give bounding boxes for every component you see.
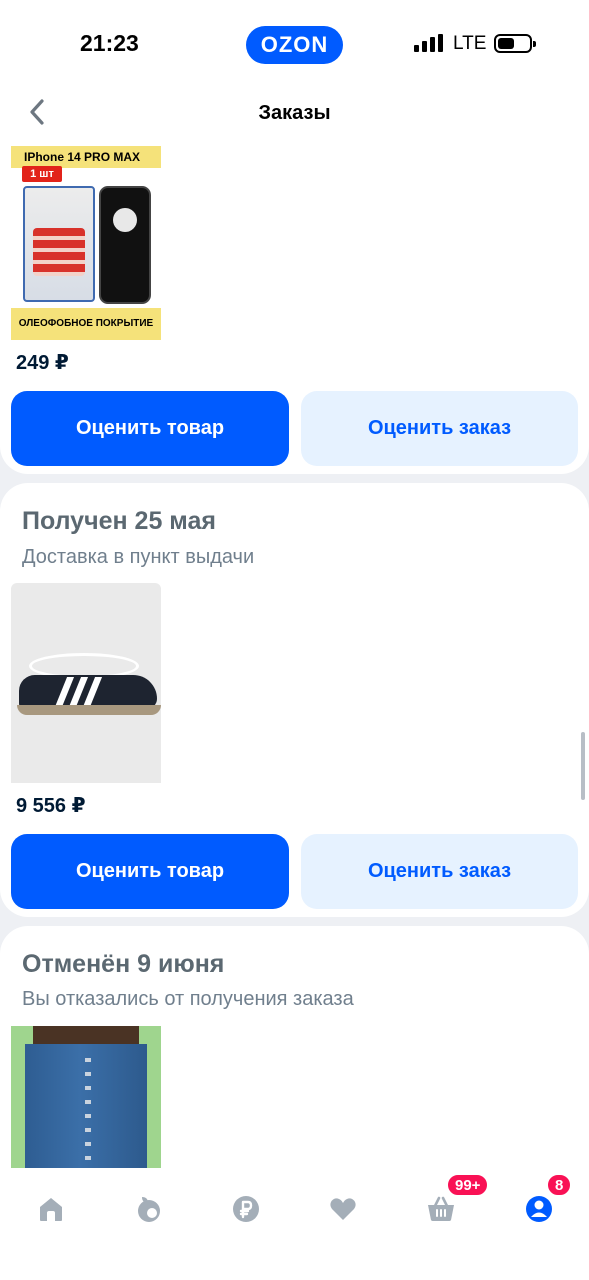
- tab-home[interactable]: [26, 1184, 76, 1234]
- cart-icon: [428, 1196, 454, 1221]
- order-delivery-info: Вы отказались от получения заказа: [22, 988, 354, 1010]
- tab-finance[interactable]: [221, 1184, 271, 1234]
- product-image[interactable]: [11, 583, 161, 783]
- cart-badge: 99+: [446, 1173, 490, 1197]
- tab-bar: 99+ 8: [0, 1168, 589, 1280]
- scrollbar[interactable]: [581, 732, 585, 800]
- order-status: Отменён 9 июня: [22, 950, 225, 978]
- status-time: 21:23: [80, 30, 139, 56]
- rate-order-button[interactable]: Оценить заказ: [301, 834, 578, 909]
- order-card: Получен 25 мая Доставка в пункт выдачи 9…: [0, 483, 589, 917]
- product-image-label: IPhone 14 PRO MAX: [11, 146, 161, 168]
- ruble-finance-icon: [233, 1196, 259, 1222]
- order-status: Получен 25 мая: [22, 507, 216, 535]
- tab-favorites[interactable]: [318, 1184, 368, 1234]
- fresh-apple-icon: [138, 1197, 160, 1222]
- skirt-buttons: [85, 1048, 91, 1174]
- product-price: 249 ₽: [16, 352, 69, 374]
- product-image-badge: 1 шт: [22, 166, 62, 182]
- page-title: Заказы: [258, 102, 331, 124]
- product-glass: [99, 186, 151, 304]
- rate-order-button[interactable]: Оценить заказ: [301, 391, 578, 466]
- home-icon: [40, 1198, 62, 1221]
- product-price: 9 556 ₽: [16, 795, 86, 817]
- heart-icon: [330, 1198, 356, 1220]
- ozon-logo: OZON: [246, 26, 343, 64]
- order-delivery-info: Доставка в пункт выдачи: [22, 546, 255, 568]
- profile-icon: [526, 1196, 552, 1222]
- rate-product-button[interactable]: Оценить товар: [11, 391, 289, 466]
- profile-badge: 8: [546, 1173, 573, 1197]
- battery-icon: [494, 34, 536, 53]
- product-package: [23, 186, 95, 302]
- nav-header: Заказы: [0, 90, 589, 140]
- tab-fresh[interactable]: [123, 1184, 173, 1234]
- rate-product-button[interactable]: Оценить товар: [11, 834, 289, 909]
- network-type: LTE: [453, 33, 487, 54]
- product-image[interactable]: IPhone 14 PRO MAX 1 шт ОЛЕОФОБНОЕ ПОКРЫТ…: [11, 146, 161, 340]
- status-bar: 21:23 OZON LTE: [0, 0, 589, 90]
- signal-icon: [414, 34, 444, 52]
- product-image-caption: ОЛЕОФОБНОЕ ПОКРЫТИЕ: [11, 308, 161, 340]
- product-image[interactable]: [11, 1026, 161, 1174]
- shoe-sole: [17, 705, 161, 715]
